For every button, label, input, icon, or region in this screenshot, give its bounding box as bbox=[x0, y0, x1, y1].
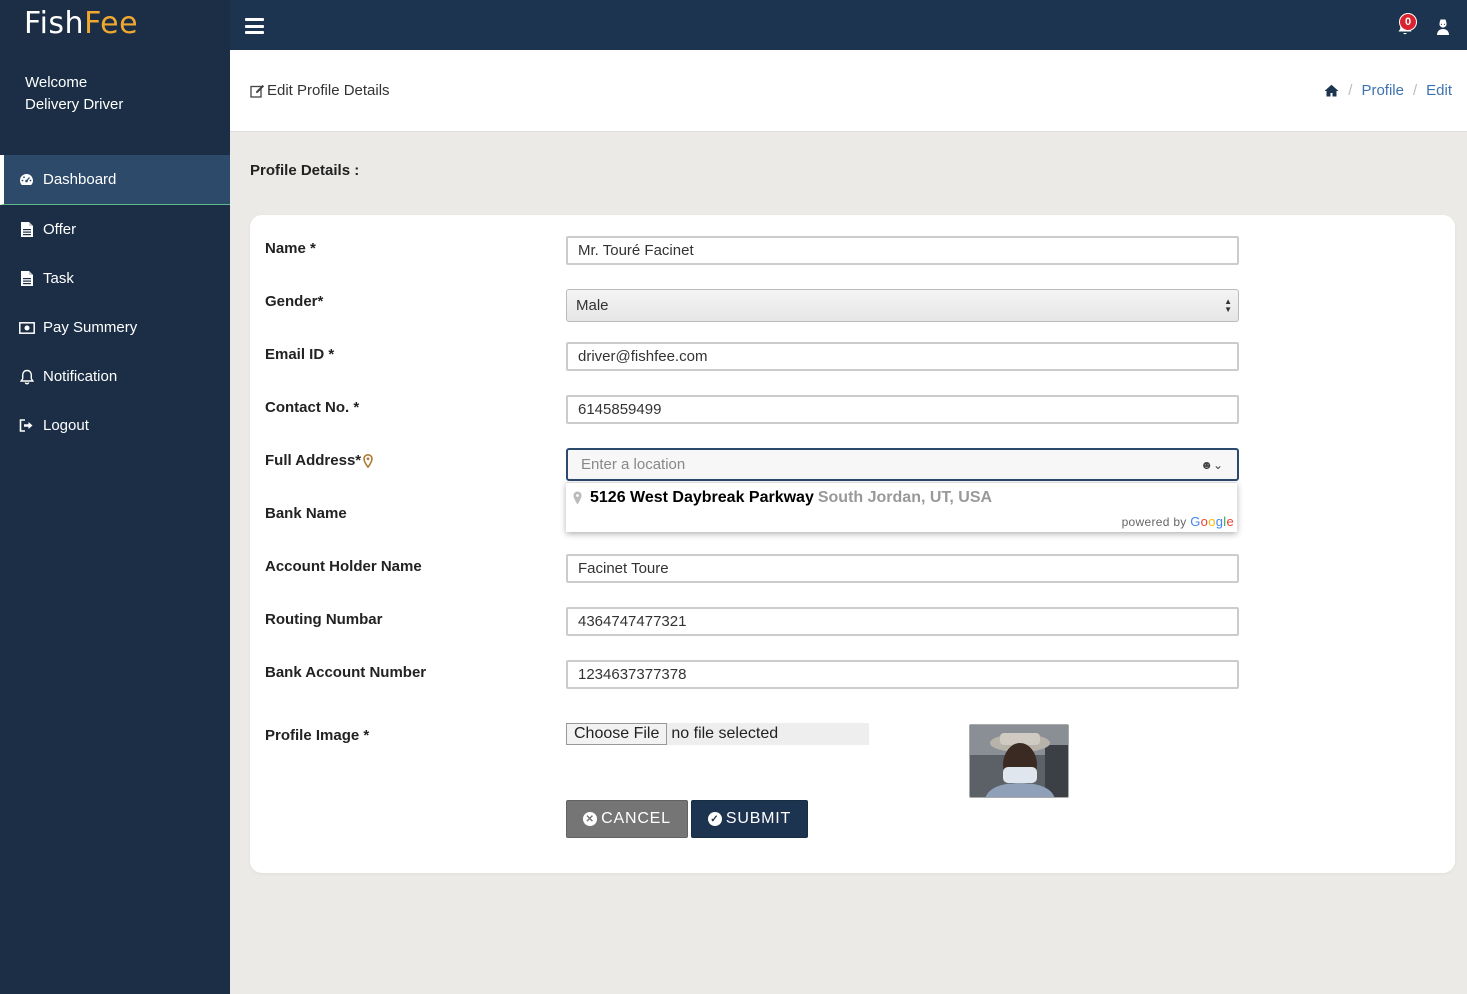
routing-label: Routing Numbar bbox=[265, 611, 383, 628]
sidebar-item-task[interactable]: Task bbox=[0, 254, 230, 303]
user-role: Delivery Driver bbox=[25, 96, 124, 113]
address-label: Full Address* bbox=[265, 452, 373, 469]
page-header: Edit Profile Details / Profile / Edit bbox=[230, 50, 1467, 132]
gender-select[interactable]: Male ▲ ▼ bbox=[566, 289, 1239, 322]
gender-label: Gender* bbox=[265, 293, 324, 310]
money-icon bbox=[18, 319, 35, 336]
sidebar-item-label: Dashboard bbox=[43, 171, 117, 188]
powered-by-google: powered by Google bbox=[1122, 514, 1234, 529]
page-title: Edit Profile Details bbox=[250, 82, 390, 99]
bell-icon bbox=[18, 368, 35, 385]
page-title-text: Edit Profile Details bbox=[267, 82, 390, 99]
welcome-text: Welcome Delivery Driver bbox=[25, 72, 123, 116]
breadcrumb: / Profile / Edit bbox=[1324, 82, 1452, 99]
notification-count-badge: 0 bbox=[1399, 13, 1417, 31]
email-label: Email ID * bbox=[265, 346, 335, 363]
address-autocomplete-dropdown: 5126 West Daybreak Parkway South Jordan,… bbox=[566, 482, 1237, 532]
suggestion-secondary-text: South Jordan, UT, USA bbox=[817, 489, 993, 506]
account-holder-label: Account Holder Name bbox=[265, 558, 422, 575]
breadcrumb-separator: / bbox=[1412, 82, 1418, 99]
sidebar-item-label: Task bbox=[43, 270, 74, 287]
contact-label: Contact No. * bbox=[265, 399, 360, 416]
select-arrows-icon: ▲ ▼ bbox=[1224, 297, 1232, 314]
sidebar-nav: Dashboard Offer Task Pay Summery Notific… bbox=[0, 155, 230, 450]
cancel-button[interactable]: ✕ CANCEL bbox=[566, 800, 688, 838]
check-circle-icon: ✓ bbox=[707, 812, 722, 826]
email-input[interactable]: driver@fishfee.com bbox=[566, 342, 1239, 371]
edit-icon bbox=[250, 84, 265, 98]
choose-file-button[interactable]: Choose File bbox=[566, 723, 668, 745]
brand-logo[interactable]: FishFee bbox=[24, 6, 138, 41]
sidebar-item-pay-summery[interactable]: Pay Summery bbox=[0, 303, 230, 352]
submit-button[interactable]: ✓ SUBMIT bbox=[691, 800, 808, 838]
bank-account-label: Bank Account Number bbox=[265, 664, 427, 681]
google-logo: Google bbox=[1190, 514, 1234, 529]
document-icon bbox=[18, 221, 35, 238]
file-status-text: no file selected bbox=[671, 725, 779, 742]
autofill-contact-icon[interactable]: ☻⌄ bbox=[1200, 458, 1223, 472]
profile-image-file-input[interactable]: Choose File no file selected bbox=[566, 723, 869, 745]
sidebar-item-dashboard[interactable]: Dashboard bbox=[0, 155, 230, 205]
profile-image-label: Profile Image * bbox=[265, 727, 370, 744]
logout-icon bbox=[18, 417, 35, 434]
sidebar-item-notification[interactable]: Notification bbox=[0, 352, 230, 401]
breadcrumb-separator: / bbox=[1348, 82, 1353, 99]
account-holder-input[interactable]: Facinet Toure bbox=[566, 554, 1239, 583]
sidebar: FishFee Welcome Delivery Driver Dashboar… bbox=[0, 0, 230, 994]
home-icon[interactable] bbox=[1324, 84, 1339, 97]
address-label-text: Full Address* bbox=[265, 452, 362, 469]
name-input[interactable]: Mr. Touré Facinet bbox=[566, 236, 1239, 265]
profile-image-preview bbox=[969, 724, 1069, 798]
top-bar: 0 bbox=[230, 0, 1467, 50]
sidebar-item-offer[interactable]: Offer bbox=[0, 205, 230, 254]
section-title: Profile Details : bbox=[250, 162, 360, 179]
map-marker-icon bbox=[363, 453, 373, 468]
profile-form-card: Name * Mr. Touré Facinet Gender* Male ▲ ▼… bbox=[250, 215, 1455, 873]
welcome-line: Welcome bbox=[25, 74, 88, 91]
user-icon[interactable] bbox=[1435, 18, 1451, 36]
routing-input[interactable]: 4364747477321 bbox=[566, 607, 1239, 636]
menu-toggle-icon[interactable] bbox=[245, 18, 264, 34]
cancel-button-label: CANCEL bbox=[601, 810, 671, 827]
sidebar-item-label: Offer bbox=[43, 221, 77, 238]
powered-by-text: powered by bbox=[1121, 515, 1187, 529]
contact-input[interactable]: 6145859499 bbox=[566, 395, 1239, 424]
suggestion-main-text: 5126 West Daybreak Parkway bbox=[590, 489, 814, 506]
sidebar-item-label: Notification bbox=[43, 368, 118, 385]
gender-selected-value: Male bbox=[576, 297, 609, 314]
location-pin-icon bbox=[573, 491, 582, 505]
bank-name-label: Bank Name bbox=[265, 505, 347, 522]
sidebar-item-label: Logout bbox=[43, 417, 89, 434]
breadcrumb-profile-link[interactable]: Profile bbox=[1361, 82, 1404, 99]
sidebar-item-logout[interactable]: Logout bbox=[0, 401, 230, 450]
dashboard-icon bbox=[18, 171, 35, 188]
address-input[interactable]: Enter a location ☻⌄ bbox=[566, 448, 1239, 481]
submit-button-label: SUBMIT bbox=[725, 810, 792, 827]
address-suggestion-item[interactable]: 5126 West Daybreak Parkway South Jordan,… bbox=[573, 489, 992, 507]
address-placeholder: Enter a location bbox=[581, 456, 686, 473]
bank-account-input[interactable]: 1234637377378 bbox=[566, 660, 1239, 689]
document-icon bbox=[18, 270, 35, 287]
name-label: Name * bbox=[265, 240, 316, 257]
sidebar-item-label: Pay Summery bbox=[43, 319, 138, 336]
breadcrumb-edit-link[interactable]: Edit bbox=[1426, 82, 1452, 99]
cancel-circle-icon: ✕ bbox=[583, 812, 598, 826]
